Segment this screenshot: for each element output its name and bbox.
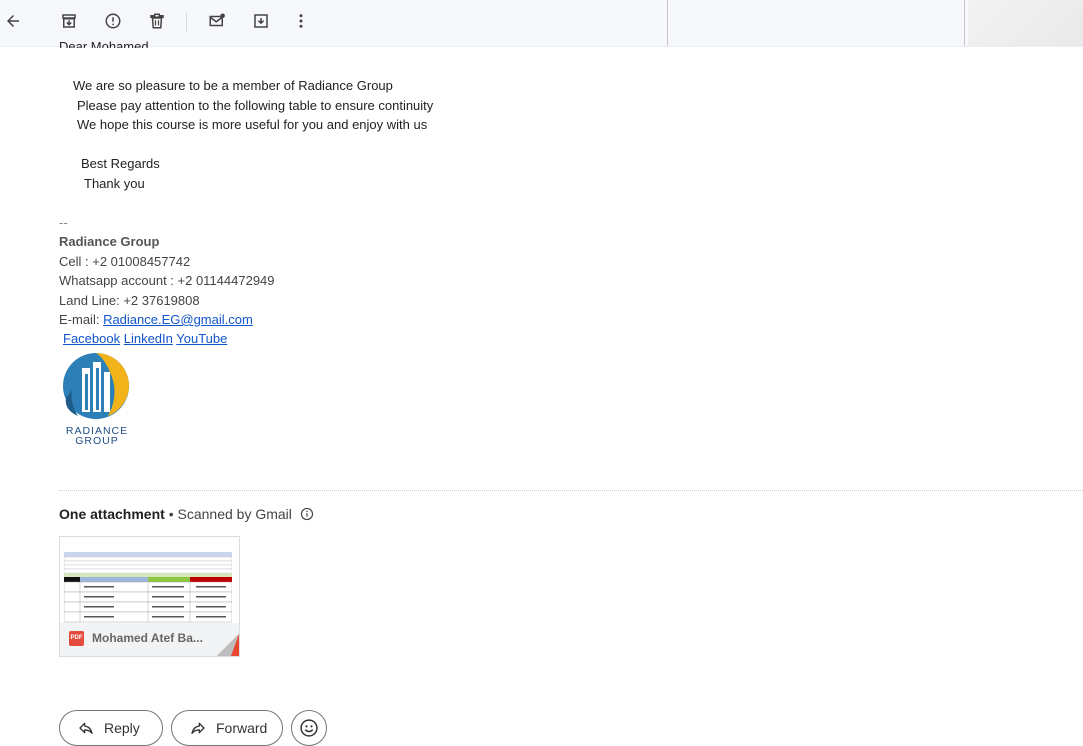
forward-icon (191, 722, 205, 734)
forward-button[interactable]: Forward (171, 710, 283, 746)
report-spam-icon[interactable] (101, 9, 125, 33)
linkedin-link[interactable]: LinkedIn (124, 331, 173, 346)
social-links: Facebook LinkedIn YouTube (63, 331, 227, 346)
mark-unread-icon[interactable] (205, 9, 229, 33)
pane-divider (667, 0, 668, 46)
scanned-note: • Scanned by Gmail (164, 506, 292, 522)
email-toolbar (0, 0, 1083, 47)
logo-text-group: GROUP (75, 435, 119, 446)
attachment-footer: PDF Mohamed Atef Ba... (60, 623, 239, 656)
forward-label: Forward (216, 720, 268, 736)
signature-email: E-mail: Radiance.EG@gmail.com (59, 312, 253, 327)
info-icon[interactable] (300, 507, 314, 521)
email-paragraph: Please pay attention to the following ta… (77, 98, 434, 113)
back-arrow-icon[interactable] (1, 9, 25, 33)
attachments-divider (59, 490, 1083, 491)
attachment-filename[interactable]: Mohamed Atef Ba... (92, 631, 203, 645)
reply-icon (79, 722, 93, 734)
facebook-link[interactable]: Facebook (63, 331, 120, 346)
email-greeting: Dear Mohamed (59, 39, 149, 48)
reply-button[interactable]: Reply (59, 710, 163, 746)
page-fold-icon (217, 634, 239, 656)
email-paragraph: We are so pleasure to be a member of Rad… (73, 78, 393, 93)
signature-cell: Cell : +2 01008457742 (59, 254, 191, 269)
more-vert-icon[interactable] (289, 9, 313, 33)
signature-email-label: E-mail: (59, 312, 104, 327)
email-closing: Best Regards (81, 156, 160, 171)
attachments-count: One attachment (59, 506, 165, 522)
attachments-header: One attachment • Scanned by Gmail (59, 506, 314, 522)
signature-separator: -- (59, 215, 68, 230)
signature-company: Radiance Group (59, 234, 160, 249)
delete-icon[interactable] (145, 9, 169, 33)
email-closing: Thank you (84, 176, 145, 191)
attachment-thumbnail (64, 552, 232, 623)
smiley-icon (300, 719, 318, 737)
header-background-art (968, 0, 1083, 46)
youtube-link[interactable]: YouTube (176, 331, 227, 346)
pdf-icon: PDF (69, 631, 84, 646)
reply-label: Reply (104, 720, 140, 736)
radiance-group-logo: RADIANCE GROUP (63, 353, 129, 446)
email-paragraph: We hope this course is more useful for y… (77, 117, 428, 132)
emoji-reaction-button[interactable] (291, 710, 327, 746)
pane-divider (964, 0, 965, 46)
signature-landline: Land Line: +2 37619808 (59, 293, 200, 308)
archive-icon[interactable] (57, 9, 81, 33)
attachment-card[interactable]: PDF Mohamed Atef Ba... (59, 536, 240, 657)
move-to-icon[interactable] (249, 9, 273, 33)
signature-email-link[interactable]: Radiance.EG@gmail.com (103, 312, 253, 327)
signature-whatsapp: Whatsapp account : +2 01144472949 (59, 273, 275, 288)
toolbar-separator (186, 12, 187, 32)
